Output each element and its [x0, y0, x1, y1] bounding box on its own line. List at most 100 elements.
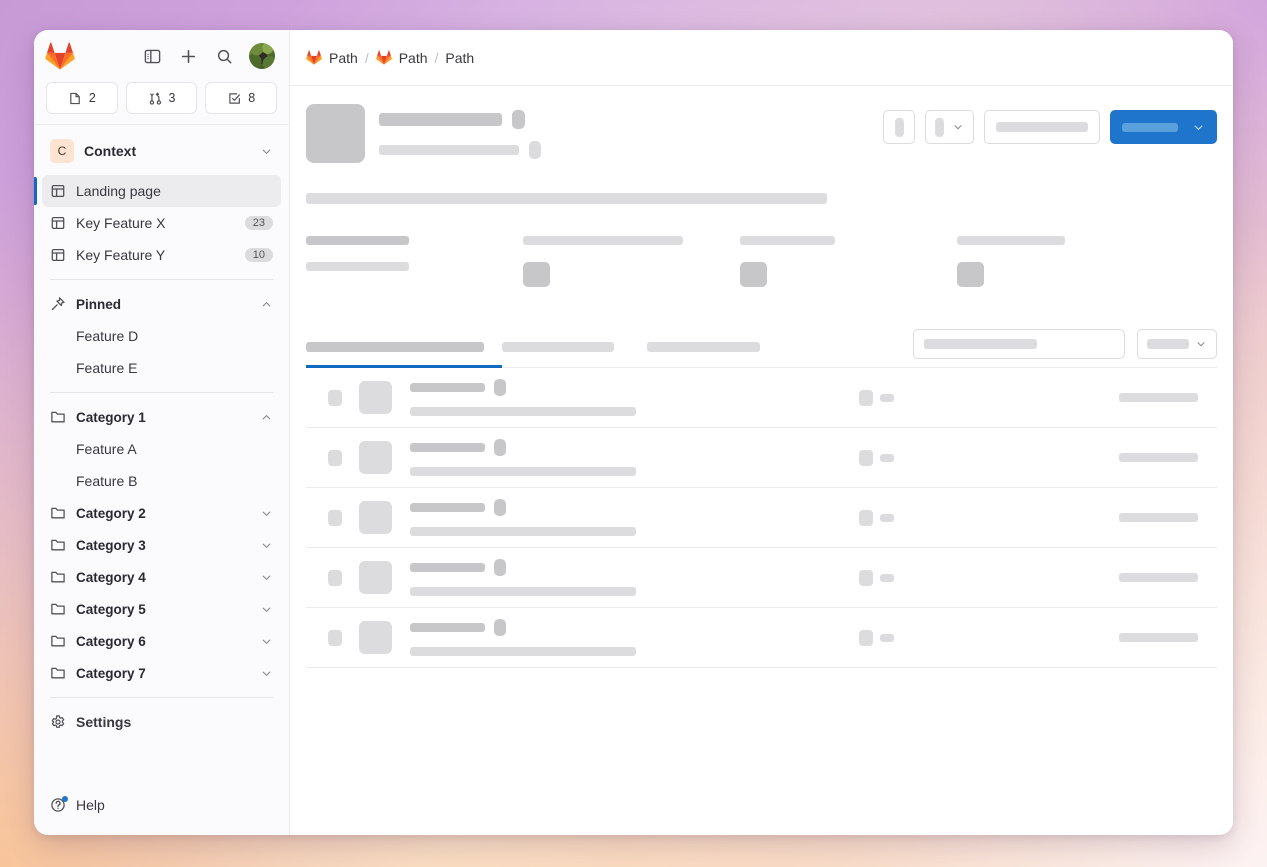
breadcrumb-item-1[interactable]: Path	[306, 50, 358, 66]
todos-count[interactable]: 8	[205, 82, 277, 114]
stat-3[interactable]	[740, 236, 957, 287]
breadcrumb-label: Path	[399, 50, 428, 66]
notification-dot	[62, 796, 68, 802]
table-row[interactable]	[306, 608, 1217, 668]
search-placeholder-skeleton	[924, 339, 1037, 349]
icon-action-button[interactable]	[883, 110, 915, 144]
dashboard-icon	[50, 183, 66, 199]
row-title-skeleton	[410, 503, 485, 512]
row-subtitle-skeleton	[410, 407, 636, 416]
primary-action-button[interactable]	[1110, 110, 1217, 144]
gitlab-tanuki-logo[interactable]	[44, 40, 76, 72]
row-subtitle-skeleton	[410, 527, 636, 536]
table-row[interactable]	[306, 368, 1217, 428]
folder-icon	[50, 633, 66, 649]
sidebar-section-category-5[interactable]: Category 5	[42, 593, 281, 625]
title-badge	[512, 110, 525, 129]
toggle-sidebar-button[interactable]	[141, 45, 163, 67]
search-button[interactable]	[213, 45, 235, 67]
row-text	[410, 619, 636, 656]
sidebar-item-feature-a[interactable]: Feature A	[42, 433, 281, 465]
sidebar-nav: Landing page Key Feature X 23	[34, 175, 289, 789]
tab-1[interactable]	[306, 342, 502, 367]
breadcrumb-item-2[interactable]: Path	[376, 50, 428, 66]
header-actions	[883, 104, 1217, 144]
list-search-input[interactable]	[913, 329, 1125, 359]
gitlab-tanuki-icon	[306, 50, 322, 66]
project-description-skeleton	[306, 193, 827, 204]
row-subtitle-skeleton	[410, 587, 636, 596]
table-row[interactable]	[306, 488, 1217, 548]
issues-count[interactable]: 2	[46, 82, 118, 114]
row-date-skeleton	[1119, 573, 1198, 582]
merge-requests-count[interactable]: 3	[126, 82, 198, 114]
row-avatar	[359, 501, 392, 534]
row-meta-count	[880, 634, 894, 642]
sidebar-item-key-feature-x[interactable]: Key Feature X 23	[42, 207, 281, 239]
breadcrumb-item-3[interactable]: Path	[445, 50, 474, 66]
row-checkbox[interactable]	[328, 630, 342, 646]
row-right	[859, 390, 1217, 406]
tab-3[interactable]	[647, 342, 807, 367]
stat-box-skeleton	[740, 262, 767, 287]
row-subtitle-skeleton	[410, 647, 636, 656]
row-avatar	[359, 621, 392, 654]
row-right	[859, 510, 1217, 526]
row-meta	[859, 510, 1119, 526]
stat-label-skeleton	[523, 236, 683, 245]
sidebar-section-label: Category 6	[76, 634, 250, 649]
sidebar-section-category-7[interactable]: Category 7	[42, 657, 281, 689]
dashboard-icon	[50, 247, 66, 263]
sidebar-section-category-2[interactable]: Category 2	[42, 497, 281, 529]
chevron-down-icon	[260, 507, 273, 520]
sidebar-item-label: Help	[76, 797, 273, 813]
row-meta-count	[880, 394, 894, 402]
tab-2[interactable]	[502, 342, 647, 367]
list-sort-select[interactable]	[1137, 329, 1217, 359]
breadcrumb-label: Path	[329, 50, 358, 66]
row-meta-avatar	[859, 570, 873, 586]
sidebar-item-feature-b[interactable]: Feature B	[42, 465, 281, 497]
row-checkbox[interactable]	[328, 450, 342, 466]
create-new-button[interactable]	[177, 45, 199, 67]
sidebar-item-settings[interactable]: Settings	[42, 706, 281, 738]
sidebar-item-feature-e[interactable]: Feature E	[42, 352, 281, 384]
project-avatar-skeleton	[306, 104, 365, 163]
sidebar-section-category-1[interactable]: Category 1	[42, 401, 281, 433]
row-badge-skeleton	[494, 379, 506, 396]
chevron-down-icon	[260, 539, 273, 552]
row-meta	[859, 390, 1119, 406]
chevron-down-icon	[952, 121, 964, 133]
sidebar: 2 3 8 C	[34, 30, 290, 835]
table-row[interactable]	[306, 428, 1217, 488]
subtitle-badge	[529, 141, 541, 159]
sidebar-section-category-6[interactable]: Category 6	[42, 625, 281, 657]
avatar[interactable]	[249, 43, 275, 69]
split-action-button[interactable]	[925, 110, 974, 144]
row-avatar	[359, 441, 392, 474]
title-bar	[379, 113, 502, 126]
sidebar-item-help[interactable]: Help	[42, 789, 281, 821]
sidebar-item-key-feature-y[interactable]: Key Feature Y 10	[42, 239, 281, 271]
sidebar-item-label: Landing page	[76, 183, 273, 199]
row-meta-count	[880, 454, 894, 462]
sidebar-item-feature-d[interactable]: Feature D	[42, 320, 281, 352]
sidebar-section-pinned[interactable]: Pinned	[42, 288, 281, 320]
button-skeleton	[895, 118, 904, 137]
sidebar-section-category-3[interactable]: Category 3	[42, 529, 281, 561]
sidebar-item-label: Key Feature X	[76, 215, 235, 231]
stat-1[interactable]	[306, 236, 523, 287]
chevron-down-icon	[260, 571, 273, 584]
clone-field[interactable]	[984, 110, 1100, 144]
stat-2[interactable]	[523, 236, 740, 287]
stat-4[interactable]	[957, 236, 1174, 287]
sidebar-section-category-4[interactable]: Category 4	[42, 561, 281, 593]
sidebar-item-badge: 23	[245, 216, 273, 230]
row-checkbox[interactable]	[328, 510, 342, 526]
row-checkbox[interactable]	[328, 390, 342, 406]
project-header	[306, 104, 1217, 163]
row-checkbox[interactable]	[328, 570, 342, 586]
sidebar-item-landing-page[interactable]: Landing page	[42, 175, 281, 207]
table-row[interactable]	[306, 548, 1217, 608]
context-switcher[interactable]: C Context	[42, 131, 281, 171]
